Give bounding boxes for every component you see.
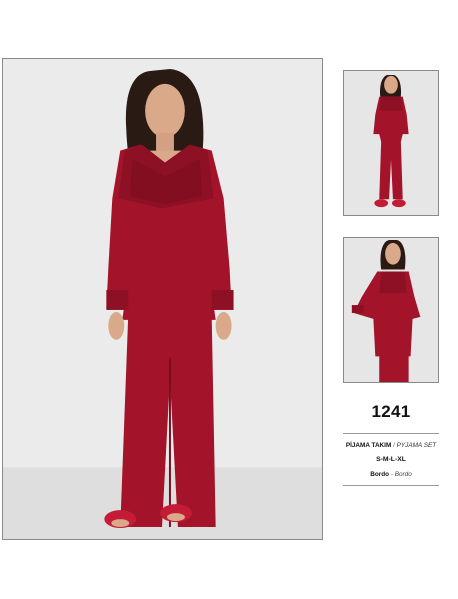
product-type-tr: PİJAMA TAKIM <box>345 442 392 449</box>
thumbnail-photo-2[interactable] <box>343 237 439 383</box>
product-type-line: PİJAMA TAKIM / PYJAMA SET <box>343 442 439 449</box>
model-front-figure <box>3 59 322 539</box>
model-hand-on-hip-figure <box>344 238 438 382</box>
product-type-separator: / <box>393 442 395 449</box>
product-type-en: PYJAMA SET <box>396 442 437 449</box>
color-tr: Bordo <box>370 471 390 478</box>
color-line: Bordo - Bordo <box>343 471 439 478</box>
thumbnail-photo-1[interactable] <box>343 70 439 216</box>
main-product-photo[interactable] <box>2 58 323 540</box>
color-separator: - <box>390 471 393 478</box>
model-code: 1241 <box>371 402 411 421</box>
divider-top <box>343 433 439 434</box>
model-full-length-figure <box>344 71 438 215</box>
color-en: Bordo <box>394 471 412 478</box>
divider-bottom <box>343 485 439 486</box>
size-range: S-M-L-XL <box>376 456 406 463</box>
